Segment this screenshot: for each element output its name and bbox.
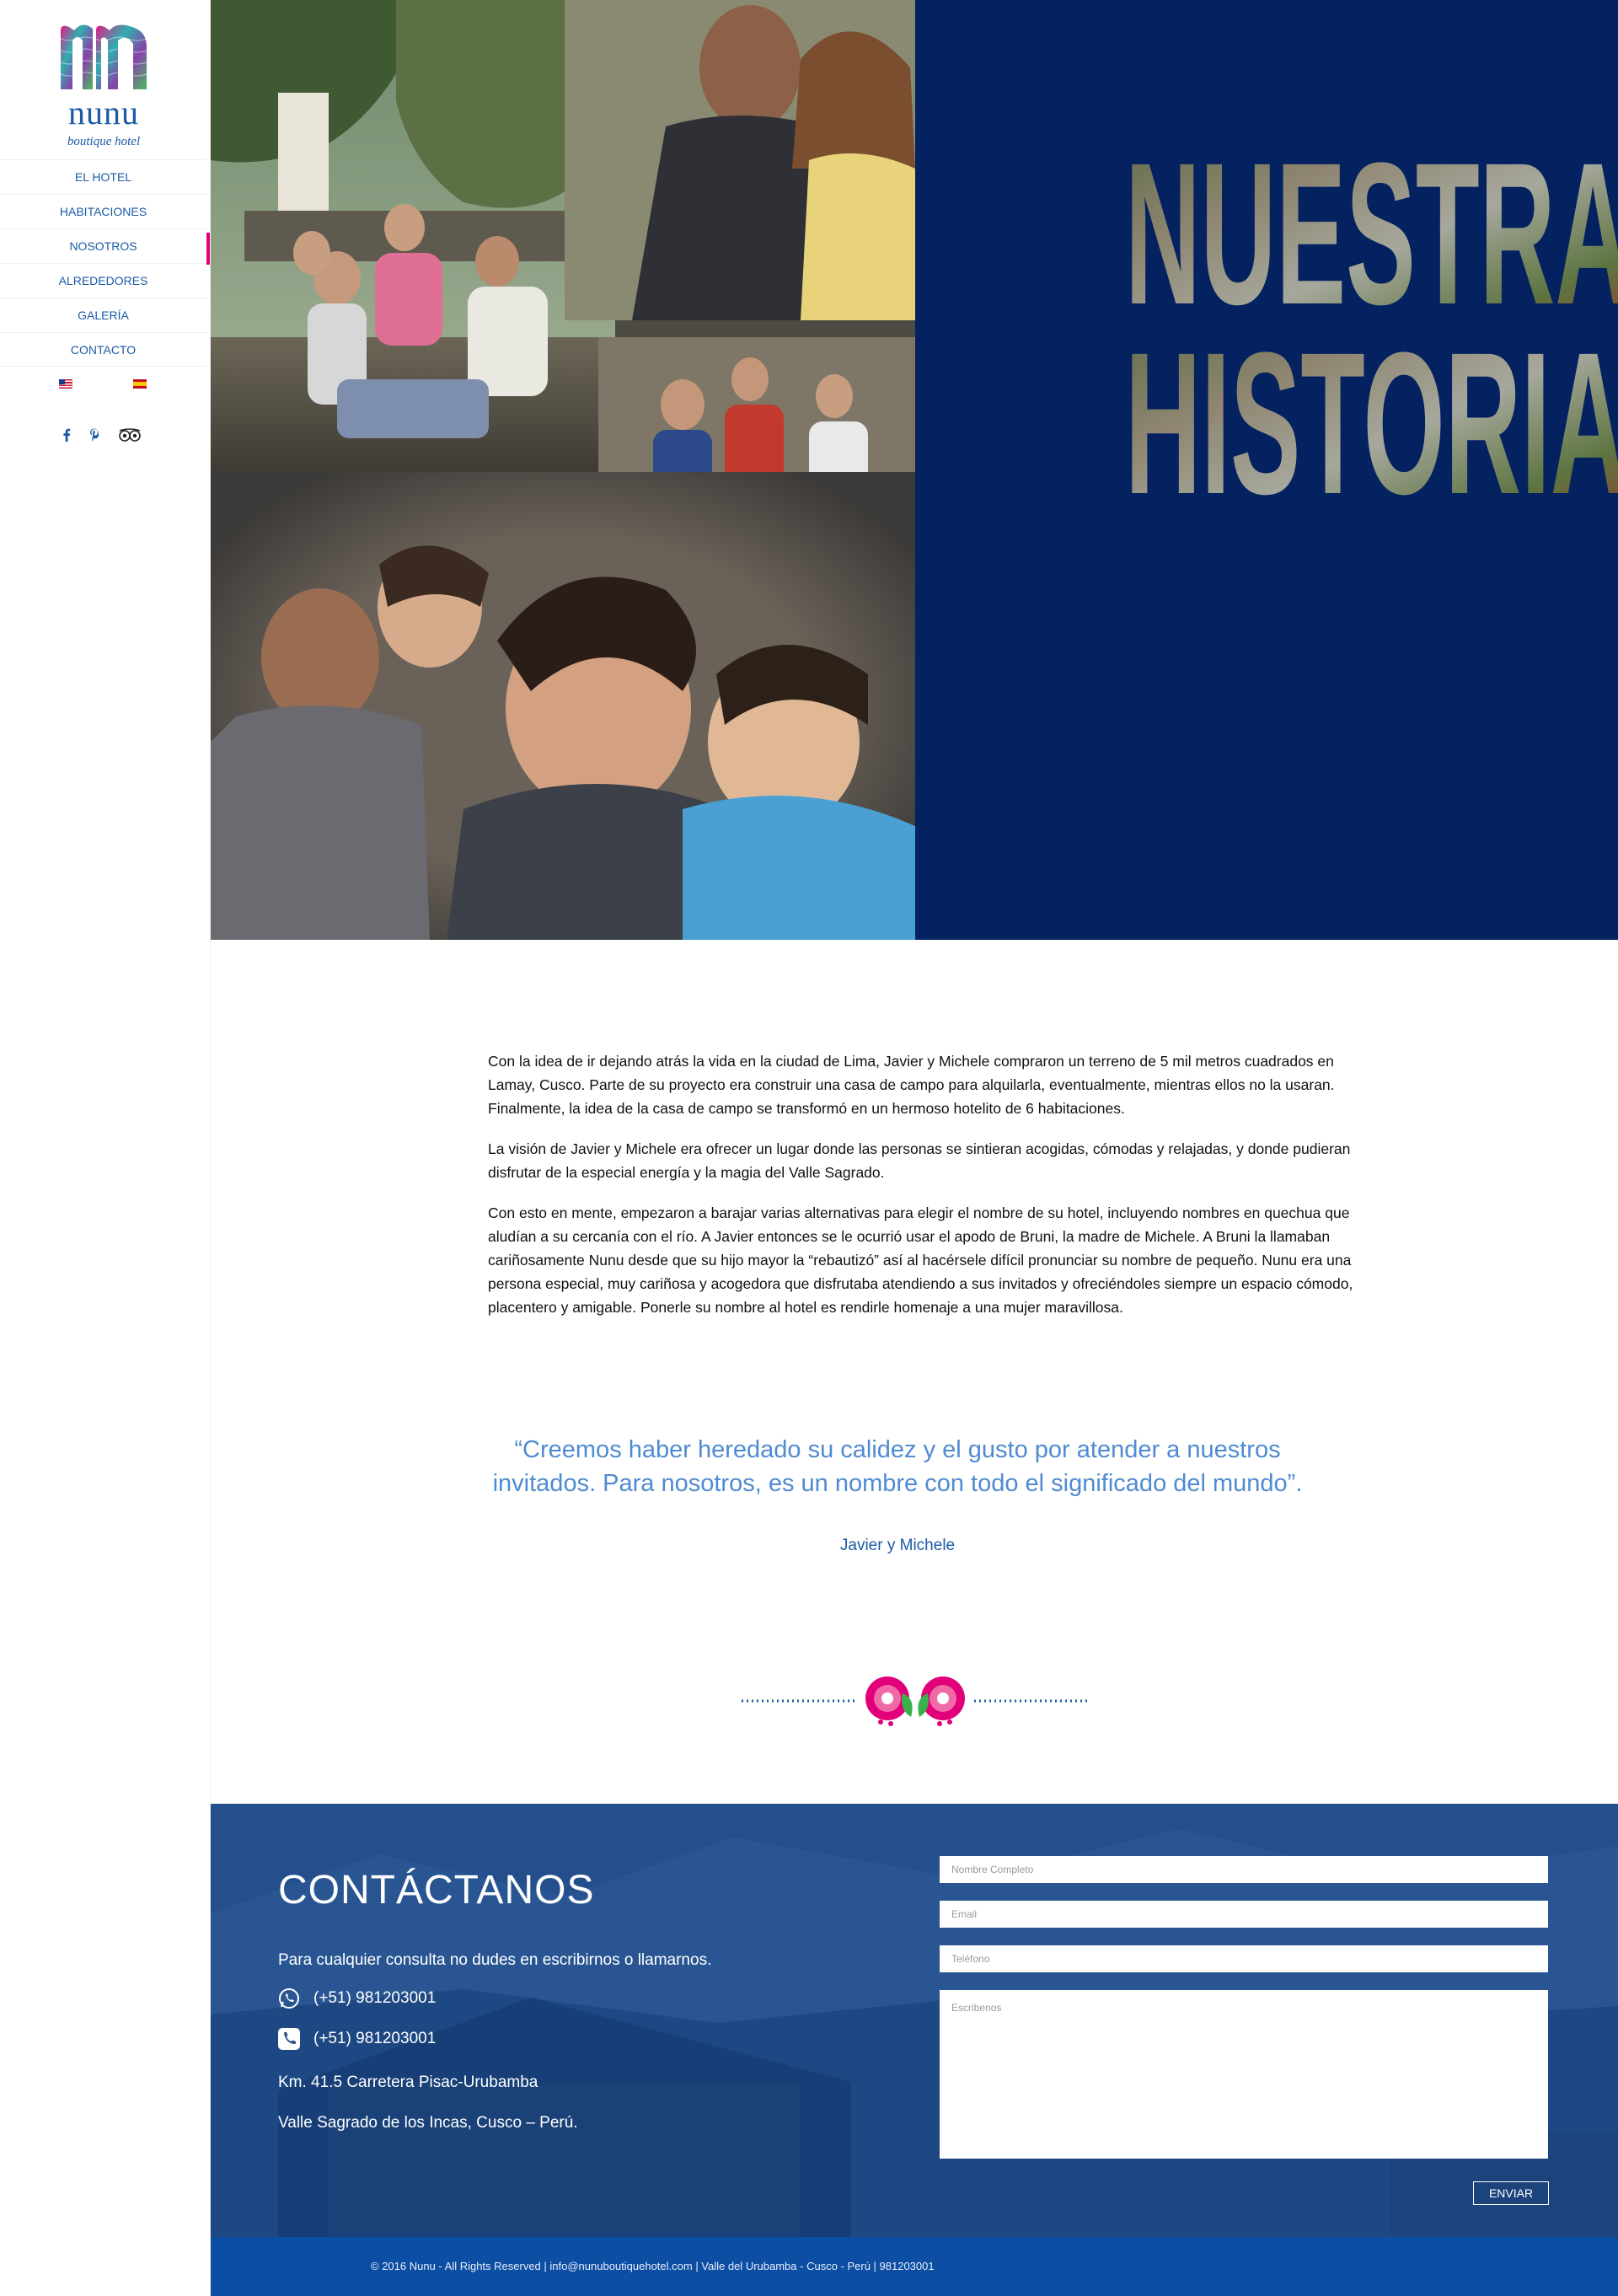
tripadvisor-icon[interactable] (118, 428, 142, 447)
whatsapp-icon (279, 1988, 299, 2009)
sidebar: nunu boutique hotel EL HOTEL HABITACIONE… (0, 0, 211, 2296)
nav-item-el-hotel[interactable]: EL HOTEL (0, 159, 206, 194)
nav-item-contacto[interactable]: CONTACTO (0, 332, 206, 367)
whatsapp-line: (+51) 981203001 (278, 1988, 436, 2009)
contact-title: CONTÁCTANOS (278, 1868, 595, 1912)
logo-subtitle: boutique hotel (67, 135, 141, 148)
language-switcher (0, 379, 206, 396)
phone-number[interactable]: (+51) 981203001 (313, 2030, 436, 2048)
family-photo-collage (211, 0, 915, 940)
phone-icon (278, 2028, 300, 2050)
nav-item-alrededores[interactable]: ALREDEDORES (0, 263, 206, 298)
message-field[interactable]: Escribenos (940, 1990, 1548, 2159)
footer-copyright: © 2016 Nunu - All Rights Reserved | info… (371, 2260, 935, 2272)
story-paragraph-2: La visión de Javier y Michele era ofrece… (488, 1140, 1351, 1181)
send-button[interactable]: ENVIAR (1473, 2181, 1549, 2205)
footer: © 2016 Nunu - All Rights Reserved | info… (211, 2237, 1618, 2296)
phone-line: (+51) 981203001 (278, 2028, 436, 2050)
story-paragraph-1: Con la idea de ir dejando atrás la vida … (488, 1053, 1335, 1117)
address-line-1: Km. 41.5 Carretera Pisac-Urubamba (278, 2073, 538, 2091)
pinterest-icon[interactable] (89, 428, 99, 447)
contact-section: CONTÁCTANOS Para cualquier consulta no d… (211, 1804, 1618, 2237)
nav-item-galeria[interactable]: GALERÍA (0, 298, 206, 332)
nav-item-nosotros[interactable]: NOSOTROS (0, 228, 210, 265)
facebook-icon[interactable] (62, 428, 71, 447)
story-text: Con la idea de ir dejando atrás la vida … (488, 1049, 1381, 1336)
name-field[interactable]: Nombre Completo (940, 1856, 1548, 1883)
ornament-divider-icon (742, 1676, 1089, 1726)
social-links (0, 428, 206, 445)
nav-item-habitaciones[interactable]: HABITACIONES (0, 194, 206, 228)
es-flag-icon[interactable] (133, 379, 147, 389)
hero-banner: NUESTRA HISTORIA (211, 0, 1618, 940)
logo-mark-icon (60, 24, 147, 89)
hero-title-graphic: NUESTRA HISTORIA (1125, 131, 1618, 502)
founders-quote: “Creemos haber heredado su calidez y el … (492, 1436, 1303, 1497)
address-line-2: Valle Sagrado de los Incas, Cusco – Perú… (278, 2114, 578, 2132)
quote-author: Javier y Michele (839, 1537, 956, 1554)
email-field[interactable]: Email (940, 1901, 1548, 1928)
story-paragraph-3: Con esto en mente, empezaron a barajar v… (488, 1204, 1353, 1316)
main-nav: EL HOTEL HABITACIONES NOSOTROS ALREDEDOR… (0, 159, 210, 367)
whatsapp-number[interactable]: (+51) 981203001 (313, 1989, 436, 2008)
nunu-logo[interactable]: nunu boutique hotel (49, 22, 158, 148)
us-flag-icon[interactable] (59, 379, 72, 389)
contact-intro: Para cualquier consulta no dudes en escr… (278, 1951, 712, 1969)
hero-title-line2: HISTORIA (1125, 310, 1618, 502)
logo-wordmark: nunu (68, 94, 139, 131)
phone-field[interactable]: Teléfono (940, 1945, 1548, 1972)
